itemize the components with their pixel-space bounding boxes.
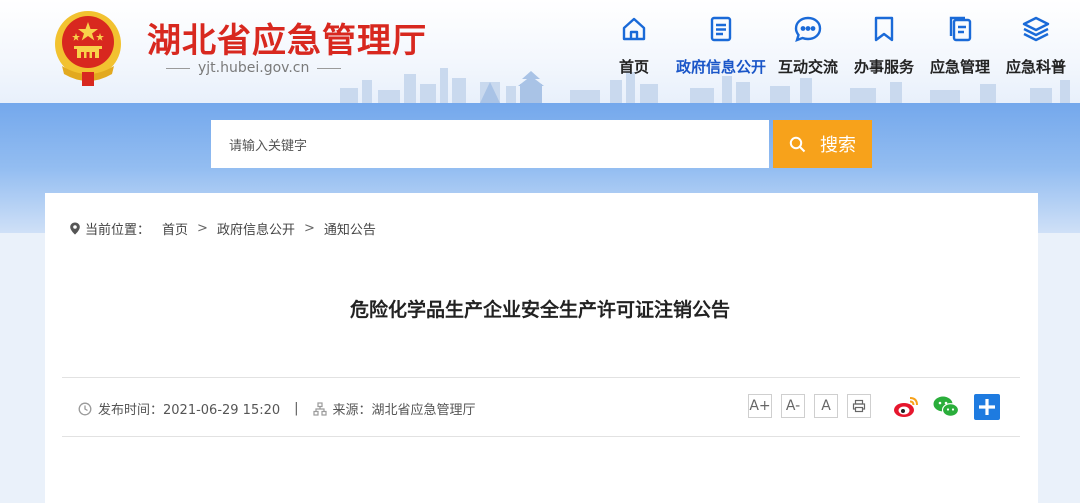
breadcrumb: 当前位置： 首页 > 政府信息公开 > 通知公告 [69,219,376,238]
url-right-dash [317,67,342,69]
url-left-dash [166,67,190,69]
nav-item-home[interactable]: 首页 [596,14,672,77]
font-smaller-button[interactable]: A- [781,394,805,418]
breadcrumb-separator: > [303,221,315,236]
bookmark-icon [874,16,894,42]
nav-item-emergency[interactable]: 应急管理 [922,14,998,77]
more-share-icon[interactable] [973,393,1001,421]
article-source: 来源：湖北省应急管理厅 [332,403,476,418]
site-url-text: yjt.hubei.gov.cn [198,60,310,76]
breadcrumb-item-notices[interactable]: 通知公告 [324,219,376,238]
article-title: 危险化学品生产企业安全生产许可证注销公告 [349,299,730,321]
nav-label-services: 办事服务 [853,58,914,76]
location-pin-icon [70,222,80,235]
nav-item-gov-info[interactable]: 政府信息公开 [672,14,770,77]
search-button-label: 搜索 [820,135,856,156]
divider [62,377,1020,378]
article-card [45,193,1038,503]
divider [62,436,1020,437]
nav-item-science[interactable]: 应急科普 [998,14,1074,77]
search-button[interactable]: 搜索 [773,120,872,168]
nav-item-services[interactable]: 办事服务 [846,14,922,77]
wechat-share-icon[interactable] [932,393,960,421]
home-icon [622,17,646,41]
nav-item-interaction[interactable]: 互动交流 [770,14,846,77]
print-icon [852,399,866,413]
main-nav: 首页 政府信息公开 互动交流 办事服务 应急管理 应急科普 [596,14,1074,77]
org-chart-icon [312,401,327,416]
nav-label-gov-info: 政府信息公开 [675,58,766,76]
article-toolbar: A+ A- A [748,394,880,418]
article-meta: 发布时间：2021-06-29 15:20 | 来源：湖北省应急管理厅 [78,399,476,418]
search-input[interactable]: 请输入关键字 [211,120,769,168]
breadcrumb-lead: 当前位置： [85,223,151,238]
breadcrumb-item-gov-info[interactable]: 政府信息公开 [217,219,295,238]
nav-label-science: 应急科普 [1005,58,1066,76]
site-title[interactable]: 湖北省应急管理厅 [147,13,427,62]
print-button[interactable] [847,394,871,418]
site-url: yjt.hubei.gov.cn [166,60,376,76]
clock-icon [78,402,92,415]
chat-icon [794,16,822,42]
files-icon [949,16,972,42]
breadcrumb-item-home[interactable]: 首页 [162,219,188,238]
publish-time: 发布时间：2021-06-29 15:20 [98,403,281,418]
font-default-button[interactable]: A [814,394,838,418]
document-icon [710,16,732,42]
search-icon [789,136,806,152]
weibo-share-icon[interactable] [892,393,920,421]
site-header: 湖北省应急管理厅 yjt.hubei.gov.cn 首页 政府信息公开 互动交流 [0,0,1080,103]
nav-label-home: 首页 [618,58,649,76]
meta-separator: | [294,401,299,416]
nav-label-emergency: 应急管理 [929,58,990,76]
nav-label-interaction: 互动交流 [777,58,838,76]
layers-icon [1022,16,1050,42]
national-emblem-logo [55,11,121,86]
font-larger-button[interactable]: A+ [748,394,772,418]
breadcrumb-separator: > [197,221,208,236]
